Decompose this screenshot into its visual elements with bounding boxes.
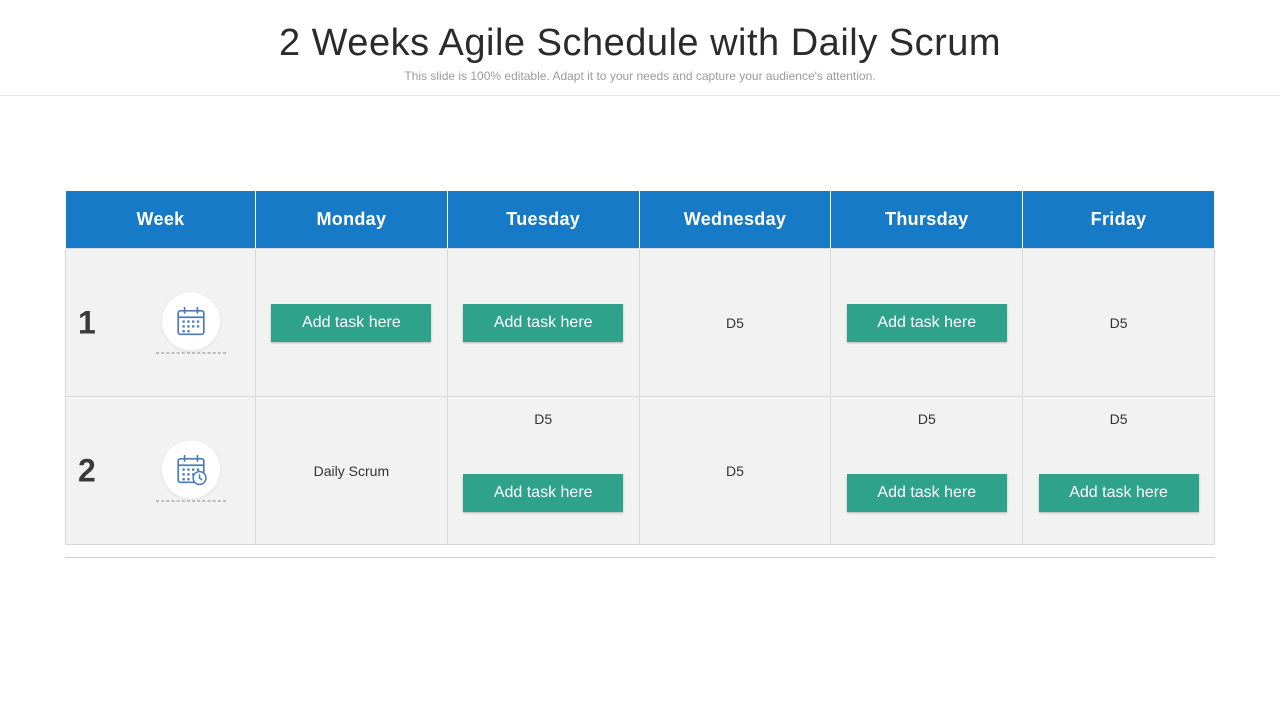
header-friday: Friday — [1023, 191, 1215, 249]
calendar-icon-wrap — [156, 440, 226, 501]
week-number: 1 — [78, 304, 96, 341]
day-cell-monday: Daily Scrum — [256, 397, 448, 545]
cell-label: Daily Scrum — [314, 463, 389, 479]
cell-label: D5 — [726, 463, 744, 479]
slide-title: 2 Weeks Agile Schedule with Daily Scrum — [0, 0, 1280, 65]
week-cell: 1 — [66, 249, 256, 397]
day-cell-friday: D5 — [1023, 249, 1215, 397]
day-cell-tuesday: Add task here — [447, 249, 639, 397]
schedule-table: Week Monday Tuesday Wednesday Thursday F… — [65, 191, 1215, 545]
table-bottom-rule — [65, 557, 1215, 558]
day-cell-thursday: Add task here — [831, 249, 1023, 397]
calendar-icon — [162, 292, 220, 350]
day-cell-thursday: D5 Add task here — [831, 397, 1023, 545]
add-task-button[interactable]: Add task here — [847, 474, 1007, 512]
header-week: Week — [66, 191, 256, 249]
header-thursday: Thursday — [831, 191, 1023, 249]
add-task-button[interactable]: Add task here — [463, 304, 623, 342]
slide-subtitle: This slide is 100% editable. Adapt it to… — [0, 69, 1280, 95]
add-task-button[interactable]: Add task here — [847, 304, 1007, 342]
icon-underline — [156, 352, 226, 353]
calendar-icon-wrap — [156, 292, 226, 353]
cell-label: D5 — [1110, 315, 1128, 331]
header-monday: Monday — [256, 191, 448, 249]
day-cell-wednesday: D5 — [639, 397, 831, 545]
table-row: 2Daily ScrumD5Add task hereD5D5Add task … — [66, 397, 1215, 545]
icon-underline — [156, 500, 226, 501]
cell-label: D5 — [1023, 411, 1214, 427]
schedule-body: 1 Add task here Add task here D5 Add task he… — [66, 249, 1215, 545]
add-task-button[interactable]: Add task here — [463, 474, 623, 512]
add-task-button[interactable]: Add task here — [1039, 474, 1199, 512]
cell-label: D5 — [448, 411, 639, 427]
cell-label: D5 — [831, 411, 1022, 427]
week-number: 2 — [78, 452, 96, 489]
header-tuesday: Tuesday — [447, 191, 639, 249]
header-wednesday: Wednesday — [639, 191, 831, 249]
day-cell-monday: Add task here — [256, 249, 448, 397]
day-cell-friday: D5 Add task here — [1023, 397, 1215, 545]
calendar-clock-icon — [162, 440, 220, 498]
table-row: 1 Add task here Add task here D5 Add task he… — [66, 249, 1215, 397]
week-cell: 2 — [66, 397, 256, 545]
day-cell-tuesday: D5 Add task here — [447, 397, 639, 545]
add-task-button[interactable]: Add task here — [271, 304, 431, 342]
day-cell-wednesday: D5 — [639, 249, 831, 397]
cell-label: D5 — [726, 315, 744, 331]
